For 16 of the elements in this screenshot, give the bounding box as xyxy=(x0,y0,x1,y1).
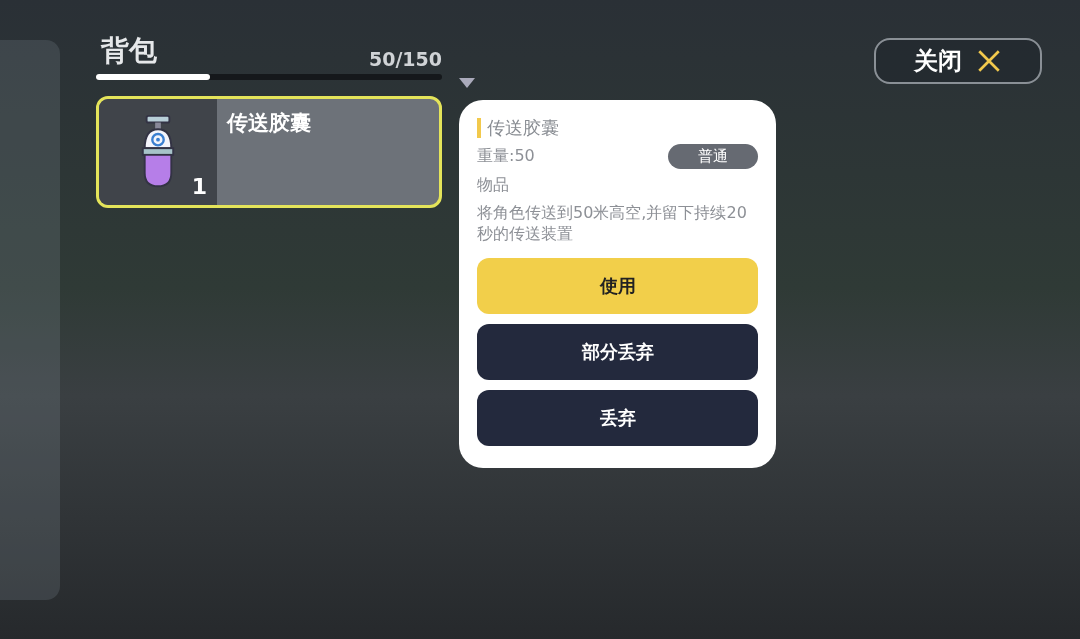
detail-item-name: 传送胶囊 xyxy=(477,118,758,138)
item-count: 1 xyxy=(191,174,207,199)
close-icon xyxy=(976,48,1002,74)
inventory-item[interactable]: 1 传送胶囊 xyxy=(96,96,442,208)
item-description: 将角色传送到50米高空,并留下持续20秒的传送装置 xyxy=(477,202,748,244)
item-weight: 重量:50 xyxy=(477,146,535,167)
action-button[interactable]: 丢弃 xyxy=(477,390,758,446)
capacity-count: 50/150 xyxy=(368,48,442,70)
action-button[interactable]: 部分丢弃 xyxy=(477,324,758,380)
rarity-tag: 普通 xyxy=(668,144,758,169)
dropdown-triangle-icon xyxy=(459,78,475,88)
close-button[interactable]: 关闭 xyxy=(874,38,1042,84)
item-category: 物品 xyxy=(477,175,510,196)
action-button[interactable]: 使用 xyxy=(477,258,758,314)
item-name: 传送胶囊 xyxy=(225,110,312,137)
backpack-title: 背包 xyxy=(101,33,157,69)
